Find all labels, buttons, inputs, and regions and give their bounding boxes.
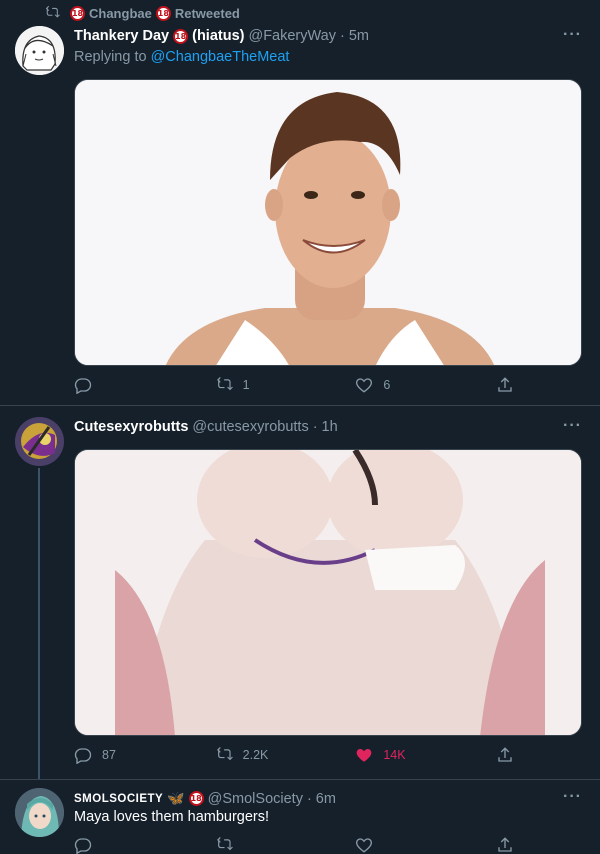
more-options-icon[interactable]: ···: [563, 788, 582, 806]
timestamp[interactable]: 1h: [322, 419, 338, 435]
timestamp[interactable]: 6m: [316, 791, 336, 807]
butterfly-icon: 🦋: [167, 790, 185, 806]
thread-line: [38, 468, 40, 779]
author-name[interactable]: Thankery Day: [74, 28, 169, 44]
author-name[interactable]: SMOLSOCIETY: [74, 793, 163, 805]
share-button[interactable]: [496, 746, 514, 764]
separator-dot: ·: [306, 790, 312, 807]
like-button[interactable]: 14K: [355, 746, 465, 764]
reply-button[interactable]: [74, 376, 184, 394]
retweet-button[interactable]: [215, 836, 325, 854]
tweet-1[interactable]: Thankery Day 18 (hiatus) @FakeryWay · 5m…: [0, 0, 600, 406]
separator-dot: ·: [339, 28, 345, 44]
retweet-button[interactable]: 2.2K: [215, 746, 325, 764]
share-icon: [498, 377, 512, 392]
retweet-count: 1: [242, 378, 250, 392]
tweet-2[interactable]: Cutesexyrobutts @cutesexyrobutts · 1h ··…: [0, 406, 600, 780]
age-18-badge-icon: 18: [188, 791, 204, 806]
more-options-icon[interactable]: ···: [563, 26, 582, 44]
separator-dot: ·: [312, 419, 318, 435]
tweet-3-actions: [74, 836, 514, 854]
retweet-icon: [216, 377, 233, 391]
avatar[interactable]: [15, 26, 64, 75]
reply-icon: [74, 748, 92, 764]
author-handle[interactable]: @cutesexyrobutts: [192, 419, 308, 435]
tweet-text: Maya loves them hamburgers!: [74, 809, 270, 825]
share-button[interactable]: [496, 836, 514, 854]
reply-icon: [74, 378, 92, 394]
reply-icon: [74, 838, 92, 854]
tweet-media-illustration[interactable]: [74, 449, 582, 736]
retweet-icon: [216, 747, 233, 761]
author-handle[interactable]: @SmolSociety: [208, 791, 303, 807]
like-count: 6: [383, 378, 391, 392]
like-button[interactable]: [355, 836, 465, 854]
replying-to: Replying to @ChangbaeTheMeat: [74, 49, 289, 65]
reply-button[interactable]: [74, 836, 184, 854]
timestamp[interactable]: 5m: [349, 28, 369, 44]
retweet-count: 2.2K: [242, 748, 269, 762]
heart-icon: [356, 838, 373, 853]
like-button[interactable]: 6: [355, 376, 465, 394]
like-count: 14K: [383, 748, 406, 762]
share-icon: [498, 837, 512, 852]
retweet-icon: [216, 837, 233, 851]
share-icon: [498, 747, 512, 762]
heart-icon: [356, 378, 373, 393]
retweet-button[interactable]: 1: [215, 376, 325, 394]
tweet-media-photo[interactable]: [74, 79, 582, 366]
age-18-badge-icon: 18: [173, 28, 189, 44]
avatar[interactable]: [15, 417, 64, 466]
heart-filled-icon: [356, 749, 372, 762]
author-name-suffix[interactable]: (hiatus): [192, 28, 244, 44]
avatar[interactable]: [15, 788, 64, 837]
reply-count: 87: [102, 748, 116, 762]
author-handle[interactable]: @FakeryWay: [248, 28, 336, 44]
more-options-icon[interactable]: ···: [563, 417, 582, 435]
share-button[interactable]: [496, 376, 514, 394]
author-name[interactable]: Cutesexyrobutts: [74, 419, 188, 435]
replying-to-link[interactable]: @ChangbaeTheMeat: [151, 49, 290, 65]
replying-to-label: Replying to: [74, 49, 147, 65]
reply-button[interactable]: 87: [74, 746, 184, 764]
